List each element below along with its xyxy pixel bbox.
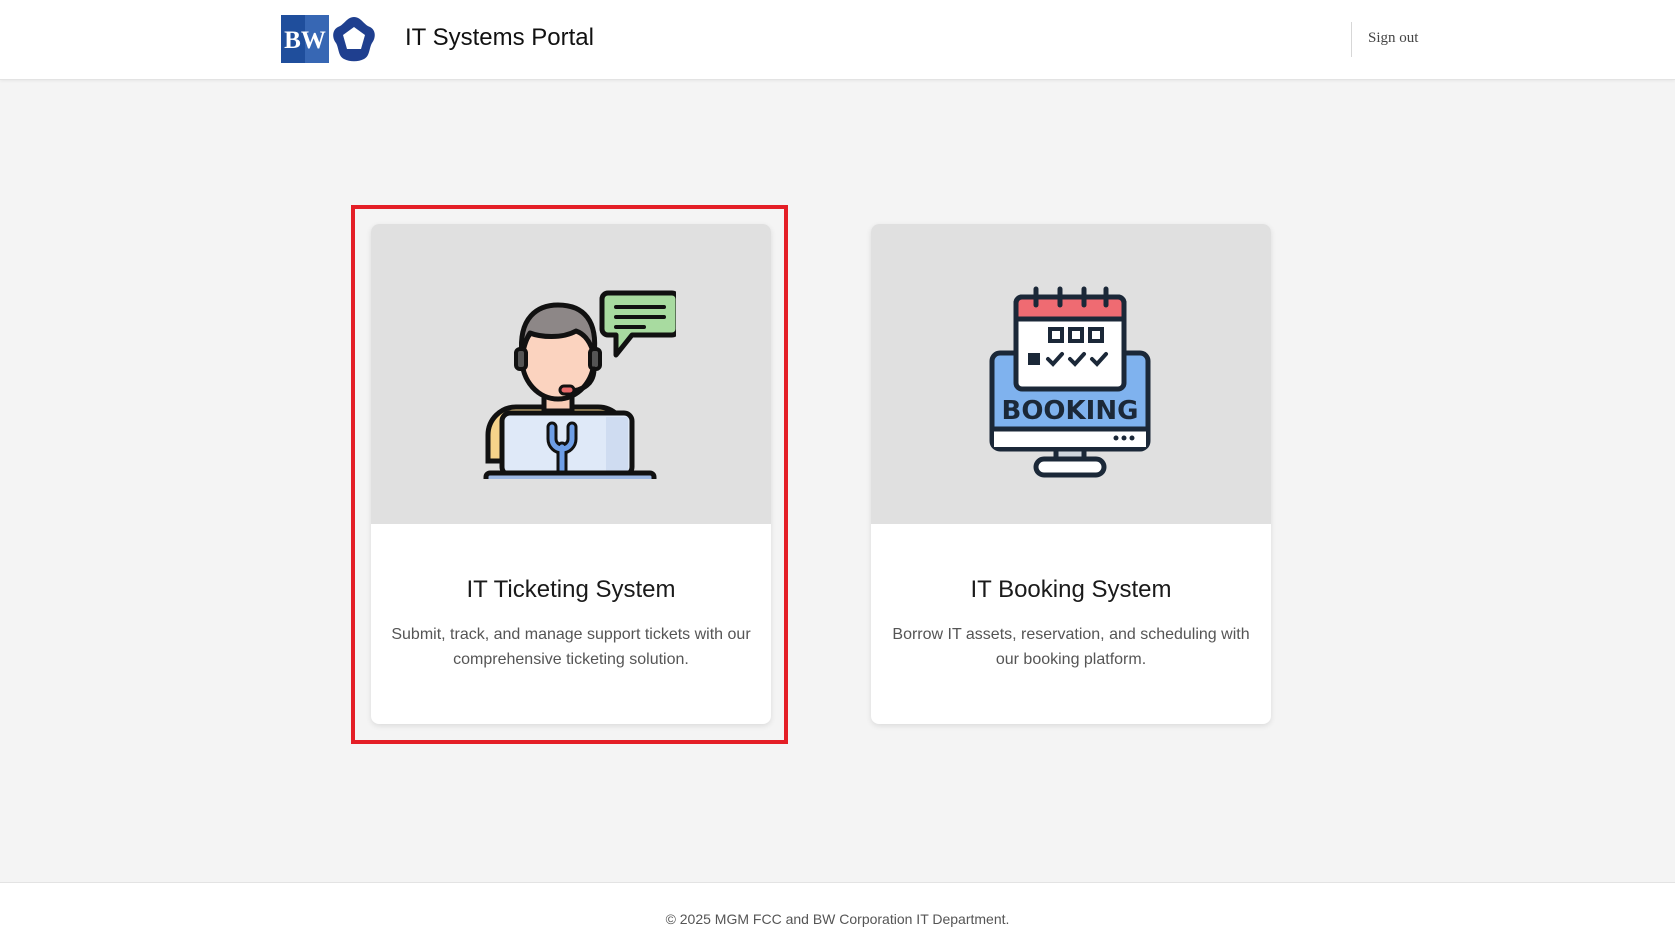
it-booking-card[interactable]: BOOKING IT Booking System Borrow IT asse…: [871, 224, 1271, 724]
booking-icon-text: BOOKING: [1002, 396, 1139, 426]
sign-out-link[interactable]: Sign out: [1368, 30, 1418, 47]
booking-monitor-icon: BOOKING: [989, 286, 1151, 478]
card-description: Borrow IT assets, reservation, and sched…: [892, 626, 1250, 668]
logo-text: BW: [284, 27, 326, 54]
flower-icon: [333, 17, 375, 62]
app-title: IT Systems Portal: [405, 24, 594, 51]
card-description: Submit, track, and manage support ticket…: [391, 626, 751, 668]
card-title: IT Booking System: [970, 576, 1172, 603]
support-agent-icon: [483, 290, 676, 479]
page-footer: © 2025 MGM FCC and BW Corporation IT Dep…: [0, 882, 1675, 945]
booking-image-area: BOOKING: [871, 224, 1271, 524]
it-ticketing-card[interactable]: IT Ticketing System Submit, track, and m…: [371, 224, 771, 724]
card-title: IT Ticketing System: [466, 576, 676, 603]
bw-logo[interactable]: BW: [281, 15, 378, 63]
footer-copyright: © 2025 MGM FCC and BW Corporation IT Dep…: [665, 911, 1010, 927]
header-divider: [1351, 22, 1352, 57]
top-header: BW IT Systems Portal Sign out: [0, 0, 1675, 80]
ticketing-image-area: [371, 224, 771, 524]
